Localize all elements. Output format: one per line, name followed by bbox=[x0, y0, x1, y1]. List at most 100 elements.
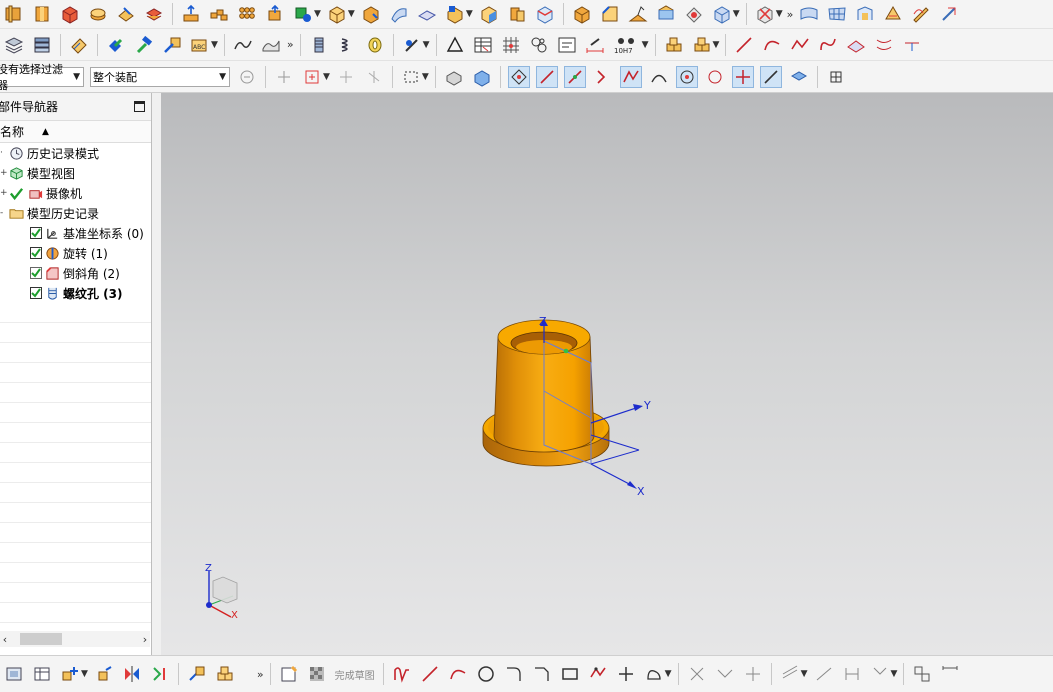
polyline-icon[interactable] bbox=[789, 34, 811, 56]
quick-trim-icon[interactable] bbox=[686, 663, 708, 685]
select-remove-icon[interactable] bbox=[363, 66, 385, 88]
offset-curve-icon[interactable] bbox=[873, 34, 895, 56]
surface-icon[interactable] bbox=[388, 3, 410, 25]
select-point-icon[interactable] bbox=[273, 66, 295, 88]
snap-endpoints-icon[interactable] bbox=[507, 65, 530, 88]
geometric-constraints-icon[interactable] bbox=[911, 663, 933, 685]
maximize-icon[interactable] bbox=[134, 101, 145, 112]
dropdown-arrow[interactable]: ▼ bbox=[642, 40, 649, 50]
rectangle-select-icon[interactable] bbox=[400, 66, 422, 88]
move-face-icon[interactable] bbox=[264, 3, 286, 25]
sketch-icon[interactable] bbox=[278, 663, 300, 685]
coil-icon[interactable] bbox=[364, 34, 386, 56]
visibility-checkbox[interactable] bbox=[30, 227, 42, 239]
dropdown-arrow[interactable]: ▼ bbox=[665, 669, 672, 679]
snap-on-curve-icon[interactable] bbox=[759, 65, 782, 88]
arrow-boxes-icon[interactable] bbox=[161, 34, 183, 56]
prism-icon[interactable] bbox=[655, 3, 677, 25]
scan-icon[interactable] bbox=[401, 34, 423, 56]
tree-item-revolve[interactable]: 旋转 (1) bbox=[0, 243, 151, 263]
select-add-icon[interactable] bbox=[335, 66, 357, 88]
tree-item-cameras[interactable]: + 摄像机 bbox=[0, 183, 151, 203]
block-icon[interactable] bbox=[87, 3, 109, 25]
chamfer-sketch-icon[interactable] bbox=[531, 663, 553, 685]
plane-icon[interactable] bbox=[416, 3, 438, 25]
expand-icon[interactable]: + bbox=[0, 168, 8, 178]
arrangement-icon[interactable] bbox=[186, 663, 208, 685]
cube-x-icon[interactable] bbox=[711, 3, 733, 25]
curve-pencil-icon[interactable] bbox=[910, 3, 932, 25]
snap-curve-icon[interactable] bbox=[592, 66, 614, 88]
tree-item-model-history[interactable]: - 模型历史记录 bbox=[0, 203, 151, 223]
select-face-icon[interactable] bbox=[471, 66, 493, 88]
finish-sketch-flag-icon[interactable] bbox=[306, 663, 328, 685]
checker-icon[interactable] bbox=[105, 34, 127, 56]
colorize-icon[interactable] bbox=[292, 3, 314, 25]
rectangle-icon[interactable] bbox=[559, 663, 581, 685]
cube-icon[interactable] bbox=[59, 3, 81, 25]
spline-icon[interactable] bbox=[817, 34, 839, 56]
tree-item-threaded-hole[interactable]: 螺纹孔 (3) bbox=[0, 283, 151, 303]
cube-edge-icon[interactable] bbox=[534, 3, 556, 25]
visible-check-icon[interactable] bbox=[8, 185, 24, 201]
arc-icon[interactable] bbox=[447, 663, 469, 685]
scrollbar-thumb[interactable] bbox=[20, 633, 62, 645]
boxes-icon[interactable] bbox=[214, 663, 236, 685]
snap-center-icon[interactable] bbox=[675, 65, 698, 88]
dropdown-arrow[interactable]: ▼ bbox=[81, 669, 88, 679]
dropdown-arrow[interactable]: ▼ bbox=[733, 9, 740, 19]
tear-icon[interactable] bbox=[938, 3, 960, 25]
extrude-icon[interactable] bbox=[180, 3, 202, 25]
fold-icon[interactable] bbox=[627, 3, 649, 25]
shell-icon[interactable] bbox=[143, 3, 165, 25]
circle-icon[interactable] bbox=[475, 663, 497, 685]
visibility-checkbox[interactable] bbox=[30, 267, 42, 279]
cube-plus-icon[interactable] bbox=[360, 3, 382, 25]
snap-arc-icon[interactable] bbox=[648, 66, 670, 88]
triangle-icon[interactable] bbox=[444, 34, 466, 56]
profile-icon[interactable] bbox=[391, 663, 413, 685]
view-box-icon[interactable] bbox=[3, 3, 25, 25]
sort-ascending-icon[interactable]: ▲ bbox=[42, 127, 49, 137]
scroll-left-icon[interactable]: ‹ bbox=[0, 633, 10, 646]
bushing-part[interactable] bbox=[161, 93, 1053, 655]
eraser-icon[interactable] bbox=[68, 34, 90, 56]
blend-icon[interactable] bbox=[882, 3, 904, 25]
assembly-icon[interactable] bbox=[3, 663, 25, 685]
sketch-box-icon[interactable] bbox=[444, 3, 466, 25]
point-icon[interactable] bbox=[615, 663, 637, 685]
stack-icon[interactable] bbox=[31, 34, 53, 56]
part-icon[interactable] bbox=[31, 3, 53, 25]
polygon-icon[interactable] bbox=[587, 663, 609, 685]
dropdown-arrow[interactable]: ▼ bbox=[422, 72, 429, 82]
type-filter-select[interactable]: 没有选择过滤器 ▼ bbox=[0, 63, 84, 92]
measure-icon[interactable] bbox=[584, 34, 606, 56]
add-existing-curves-icon[interactable] bbox=[869, 663, 891, 685]
rapid-dimension-icon[interactable] bbox=[939, 663, 961, 685]
curve-tool-icon[interactable] bbox=[232, 34, 254, 56]
flip-icon[interactable] bbox=[506, 3, 528, 25]
make-corner-icon[interactable] bbox=[742, 663, 764, 685]
fillet-icon[interactable] bbox=[503, 663, 525, 685]
line-icon[interactable] bbox=[733, 34, 755, 56]
scroll-right-icon[interactable]: › bbox=[140, 633, 150, 646]
snap-existing-point-icon[interactable] bbox=[731, 65, 754, 88]
quick-extend-icon[interactable] bbox=[714, 663, 736, 685]
mirror-assembly-icon[interactable] bbox=[121, 663, 143, 685]
abc-icon[interactable]: ABC bbox=[189, 34, 211, 56]
snap-line-icon[interactable] bbox=[535, 65, 558, 88]
dropdown-arrow[interactable]: ▼ bbox=[776, 9, 783, 19]
add-component-icon[interactable] bbox=[59, 663, 81, 685]
toolbar-overflow-chevron[interactable]: » bbox=[257, 668, 264, 681]
box-dropdown-icon[interactable] bbox=[326, 3, 348, 25]
spring-icon[interactable] bbox=[336, 34, 358, 56]
project-curve-icon[interactable] bbox=[901, 34, 923, 56]
select-box-red-icon[interactable] bbox=[301, 66, 323, 88]
line-icon[interactable] bbox=[419, 663, 441, 685]
pattern-curve-icon[interactable] bbox=[813, 663, 835, 685]
box-b-icon[interactable] bbox=[571, 3, 593, 25]
horizontal-scrollbar[interactable]: ‹ › bbox=[0, 631, 150, 647]
text-box-icon[interactable] bbox=[556, 34, 578, 56]
dropdown-arrow[interactable]: ▼ bbox=[314, 9, 321, 19]
solid-tool-icon[interactable] bbox=[260, 34, 282, 56]
